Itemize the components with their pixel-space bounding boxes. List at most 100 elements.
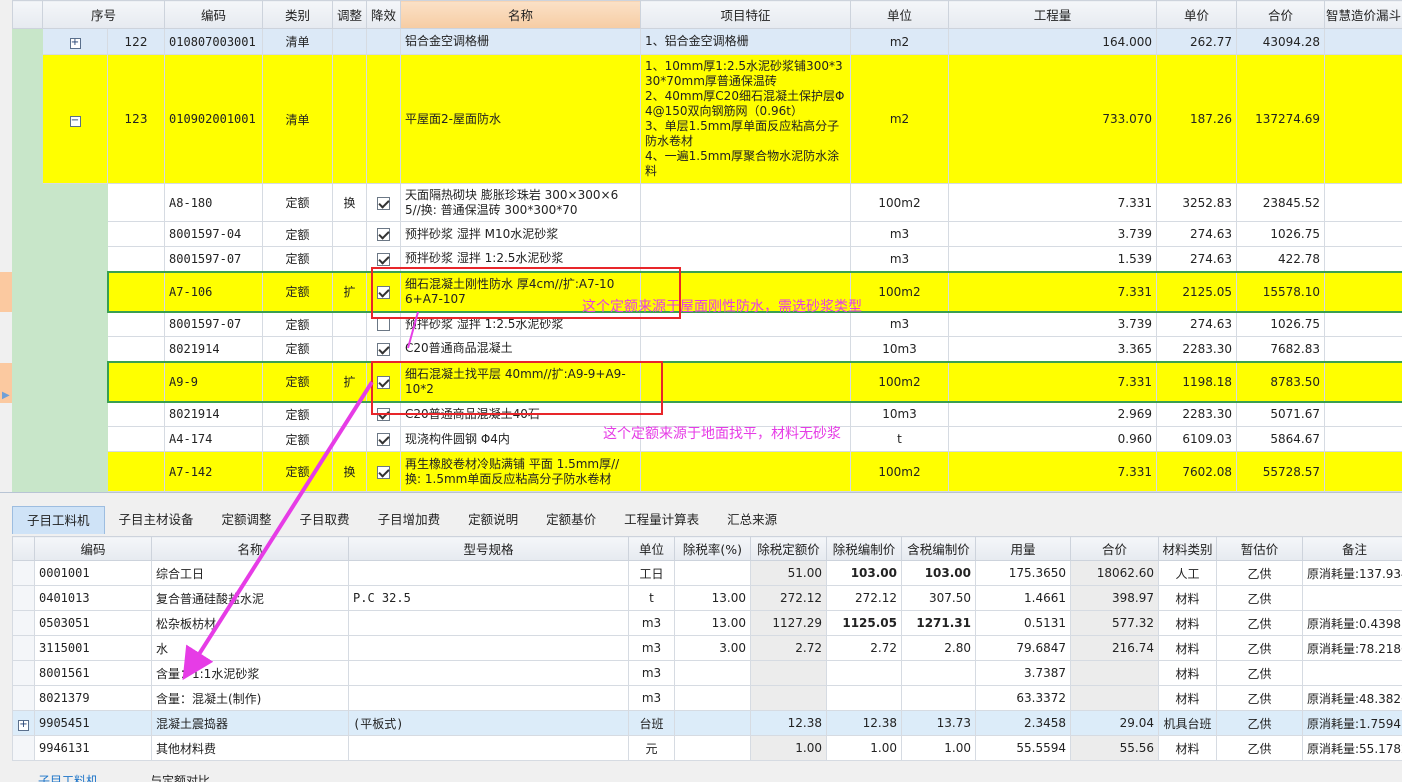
efficiency-checkbox[interactable] xyxy=(377,228,391,241)
row-code[interactable]: A7-142 xyxy=(164,451,264,492)
material-qty[interactable]: 79.6847 xyxy=(975,635,1071,661)
tab-extra-fee[interactable]: 子目增加费 xyxy=(364,506,455,534)
material-qty[interactable]: 0.5131 xyxy=(975,610,1071,636)
row-name[interactable]: 预拌砂浆 湿拌 M10水泥砂浆 xyxy=(400,221,642,247)
row-qty[interactable]: 164.000 xyxy=(948,28,1158,55)
grid-row[interactable]: A8-180 定额换天面隔热砌块 膨胀珍珠岩 300×300×6 5//换: 普通保… xyxy=(12,183,1402,222)
row-qty[interactable]: 7.331 xyxy=(948,360,1158,403)
grid-row[interactable]: 8021914 定额 C20普通商品混凝土 10m3 3.365 2283.30 7682.… xyxy=(12,336,1402,362)
header-seq[interactable]: 序号 xyxy=(41,0,166,29)
tab-labor-material[interactable]: 子目工料机 xyxy=(12,506,105,534)
efficiency-checkbox[interactable] xyxy=(377,433,391,446)
expand-icon[interactable]: + xyxy=(18,719,29,731)
expand-left-icon[interactable]: ▶ xyxy=(2,390,10,401)
header-qty[interactable]: 工程量 xyxy=(948,0,1158,29)
material-row[interactable]: 0401013 复合普通硅酸盐水泥 P.C 32.5 t 13.00 272.12 272.… xyxy=(12,585,1402,611)
efficiency-checkbox[interactable] xyxy=(377,465,391,479)
material-spec[interactable] xyxy=(348,685,629,711)
material-name[interactable]: 含量：混凝土(制作) xyxy=(151,685,349,711)
row-feature[interactable]: 1、10mm厚1:2.5水泥砂浆铺300*3 30*70mm厚普通保温砖 2、40m… xyxy=(640,54,852,184)
tab-quota-adjust[interactable]: 定额调整 xyxy=(208,506,286,534)
row-code[interactable]: 8021914 xyxy=(164,336,264,362)
material-qty[interactable]: 3.7387 xyxy=(975,660,1071,686)
row-code[interactable]: 8001597-04 xyxy=(164,221,264,247)
row-code[interactable]: 010902001001 xyxy=(164,54,264,184)
mheader-tax-in[interactable]: 含税编制价 xyxy=(901,536,976,561)
mheader-cat[interactable]: 材料类别 xyxy=(1158,536,1217,561)
row-qty[interactable]: 2.969 xyxy=(948,401,1158,427)
material-row[interactable]: 3115001 水 m3 3.00 2.72 2.72 2.80 79.6847 216.74 材… xyxy=(12,635,1402,661)
header-code[interactable]: 编码 xyxy=(164,0,264,29)
row-qty[interactable]: 3.365 xyxy=(948,336,1158,362)
grid-row[interactable]: 8001597-04 定额 预拌砂浆 湿拌 M10水泥砂浆 m3 3.739 274.63… xyxy=(12,221,1402,247)
tab-fee[interactable]: 子目取费 xyxy=(286,506,364,534)
material-spec[interactable]: (平板式) xyxy=(348,710,629,736)
material-name[interactable]: 混凝土震捣器 xyxy=(151,710,349,736)
row-qty[interactable]: 3.739 xyxy=(948,221,1158,247)
material-qty[interactable]: 63.3372 xyxy=(975,685,1071,711)
row-feature[interactable] xyxy=(640,221,852,247)
material-row[interactable]: +9905451 混凝土震捣器 (平板式) 台班 12.38 12.38 13.73 2.34… xyxy=(12,710,1402,736)
header-eff[interactable]: 降效 xyxy=(366,0,402,29)
row-qty[interactable]: 7.331 xyxy=(948,451,1158,492)
row-feature[interactable]: 1、铝合金空调格栅 xyxy=(640,28,852,55)
row-code[interactable]: A7-106 xyxy=(164,270,264,313)
row-name[interactable]: 平屋面2-屋面防水 xyxy=(400,54,642,184)
row-qty[interactable]: 7.331 xyxy=(948,270,1158,313)
material-row-handle[interactable] xyxy=(12,660,35,686)
material-name[interactable]: 复合普通硅酸盐水泥 xyxy=(151,585,349,611)
material-row[interactable]: 9946131 其他材料费元 1.00 1.00 1.00 55.5594 55.56 材料乙… xyxy=(12,735,1402,761)
grid-row[interactable]: A9-9 定额扩细石混凝土找平层 40mm//扩:A9-9+A9- 10*2 100m… xyxy=(12,360,1402,403)
row-name[interactable]: 天面隔热砌块 膨胀珍珠岩 300×300×6 5//换: 普通保温砖 300*30… xyxy=(400,183,642,222)
material-row-handle[interactable] xyxy=(12,610,35,636)
row-code[interactable]: A4-174 xyxy=(164,426,264,452)
mheader-rate[interactable]: 除税率(%) xyxy=(674,536,751,561)
header-adj[interactable]: 调整 xyxy=(332,0,368,29)
material-row[interactable]: 0001001 综合工日 工日 51.00 103.00 103.00 175.3650 18… xyxy=(12,560,1402,586)
row-name[interactable]: 铝合金空调格栅 xyxy=(400,28,642,55)
header-funnel[interactable]: 智慧造价漏斗 xyxy=(1324,0,1402,29)
material-row-handle[interactable] xyxy=(12,735,35,761)
grid-row[interactable]: − 123 010902001001 清单 平屋面2-屋面防水 1、10mm厚1:2.5水… xyxy=(12,54,1402,184)
efficiency-checkbox[interactable] xyxy=(377,318,391,332)
material-name[interactable]: 其他材料费 xyxy=(151,735,349,761)
material-name[interactable]: 水 xyxy=(151,635,349,661)
material-row-handle[interactable] xyxy=(12,685,35,711)
tab-summary-source[interactable]: 汇总来源 xyxy=(713,506,791,534)
mheader-tax-ex[interactable]: 除税编制价 xyxy=(826,536,902,561)
row-feature[interactable] xyxy=(640,183,852,222)
material-name[interactable]: 综合工日 xyxy=(151,560,349,586)
material-spec[interactable] xyxy=(348,560,629,586)
material-spec[interactable] xyxy=(348,735,629,761)
tab-quantity-calc[interactable]: 工程量计算表 xyxy=(610,506,713,534)
row-code[interactable]: A8-180 xyxy=(164,183,264,222)
main-grid[interactable]: ▶ 序号 编码 类别 调整 降效 名称 项目特征 单位 工程量 单价 合价 智慧… xyxy=(0,0,1402,493)
mheader-spec[interactable]: 型号规格 xyxy=(348,536,629,561)
row-feature[interactable] xyxy=(640,336,852,362)
mheader-total[interactable]: 合价 xyxy=(1070,536,1159,561)
material-row[interactable]: 8021379 含量：混凝土(制作) m3 63.3372 材料 乙供 原消耗量:48.38… xyxy=(12,685,1402,711)
mheader-note[interactable]: 备注 xyxy=(1302,536,1402,561)
material-name[interactable]: 松杂板枋材 xyxy=(151,610,349,636)
material-name[interactable]: 含量：1:1水泥砂浆 xyxy=(151,660,349,686)
tab-compare-quota[interactable]: 与定额对比 xyxy=(124,768,236,782)
row-qty[interactable]: 7.331 xyxy=(948,183,1158,222)
mheader-unit[interactable]: 单位 xyxy=(628,536,675,561)
material-qty[interactable]: 175.3650 xyxy=(975,560,1071,586)
row-code[interactable]: 8021914 xyxy=(164,401,264,427)
row-qty[interactable]: 0.960 xyxy=(948,426,1158,452)
header-unit[interactable]: 单位 xyxy=(850,0,950,29)
row-qty[interactable]: 1.539 xyxy=(948,246,1158,272)
tab-main-material[interactable]: 子目主材设备 xyxy=(105,506,208,534)
header-type[interactable]: 类别 xyxy=(262,0,334,29)
material-row-handle[interactable]: + xyxy=(12,710,35,736)
mheader-qty[interactable]: 用量 xyxy=(975,536,1071,561)
tab-quota-base[interactable]: 定额基价 xyxy=(532,506,610,534)
grid-row[interactable]: 8001597-07 定额 预拌砂浆 湿拌 1:2.5水泥砂浆 m3 1.539 274.… xyxy=(12,246,1402,272)
row-code[interactable]: 8001597-07 xyxy=(164,311,264,337)
material-spec[interactable]: P.C 32.5 xyxy=(348,585,629,611)
material-row-handle[interactable] xyxy=(12,560,35,586)
row-name[interactable]: 再生橡胶卷材冷贴满铺 平面 1.5mm厚//换: 1.5mm单面反应粘高分子防水… xyxy=(400,451,642,492)
grid-row[interactable]: +122 010807003001 清单 铝合金空调格栅 1、铝合金空调格栅 m2 164.… xyxy=(12,28,1402,55)
material-spec[interactable] xyxy=(348,610,629,636)
